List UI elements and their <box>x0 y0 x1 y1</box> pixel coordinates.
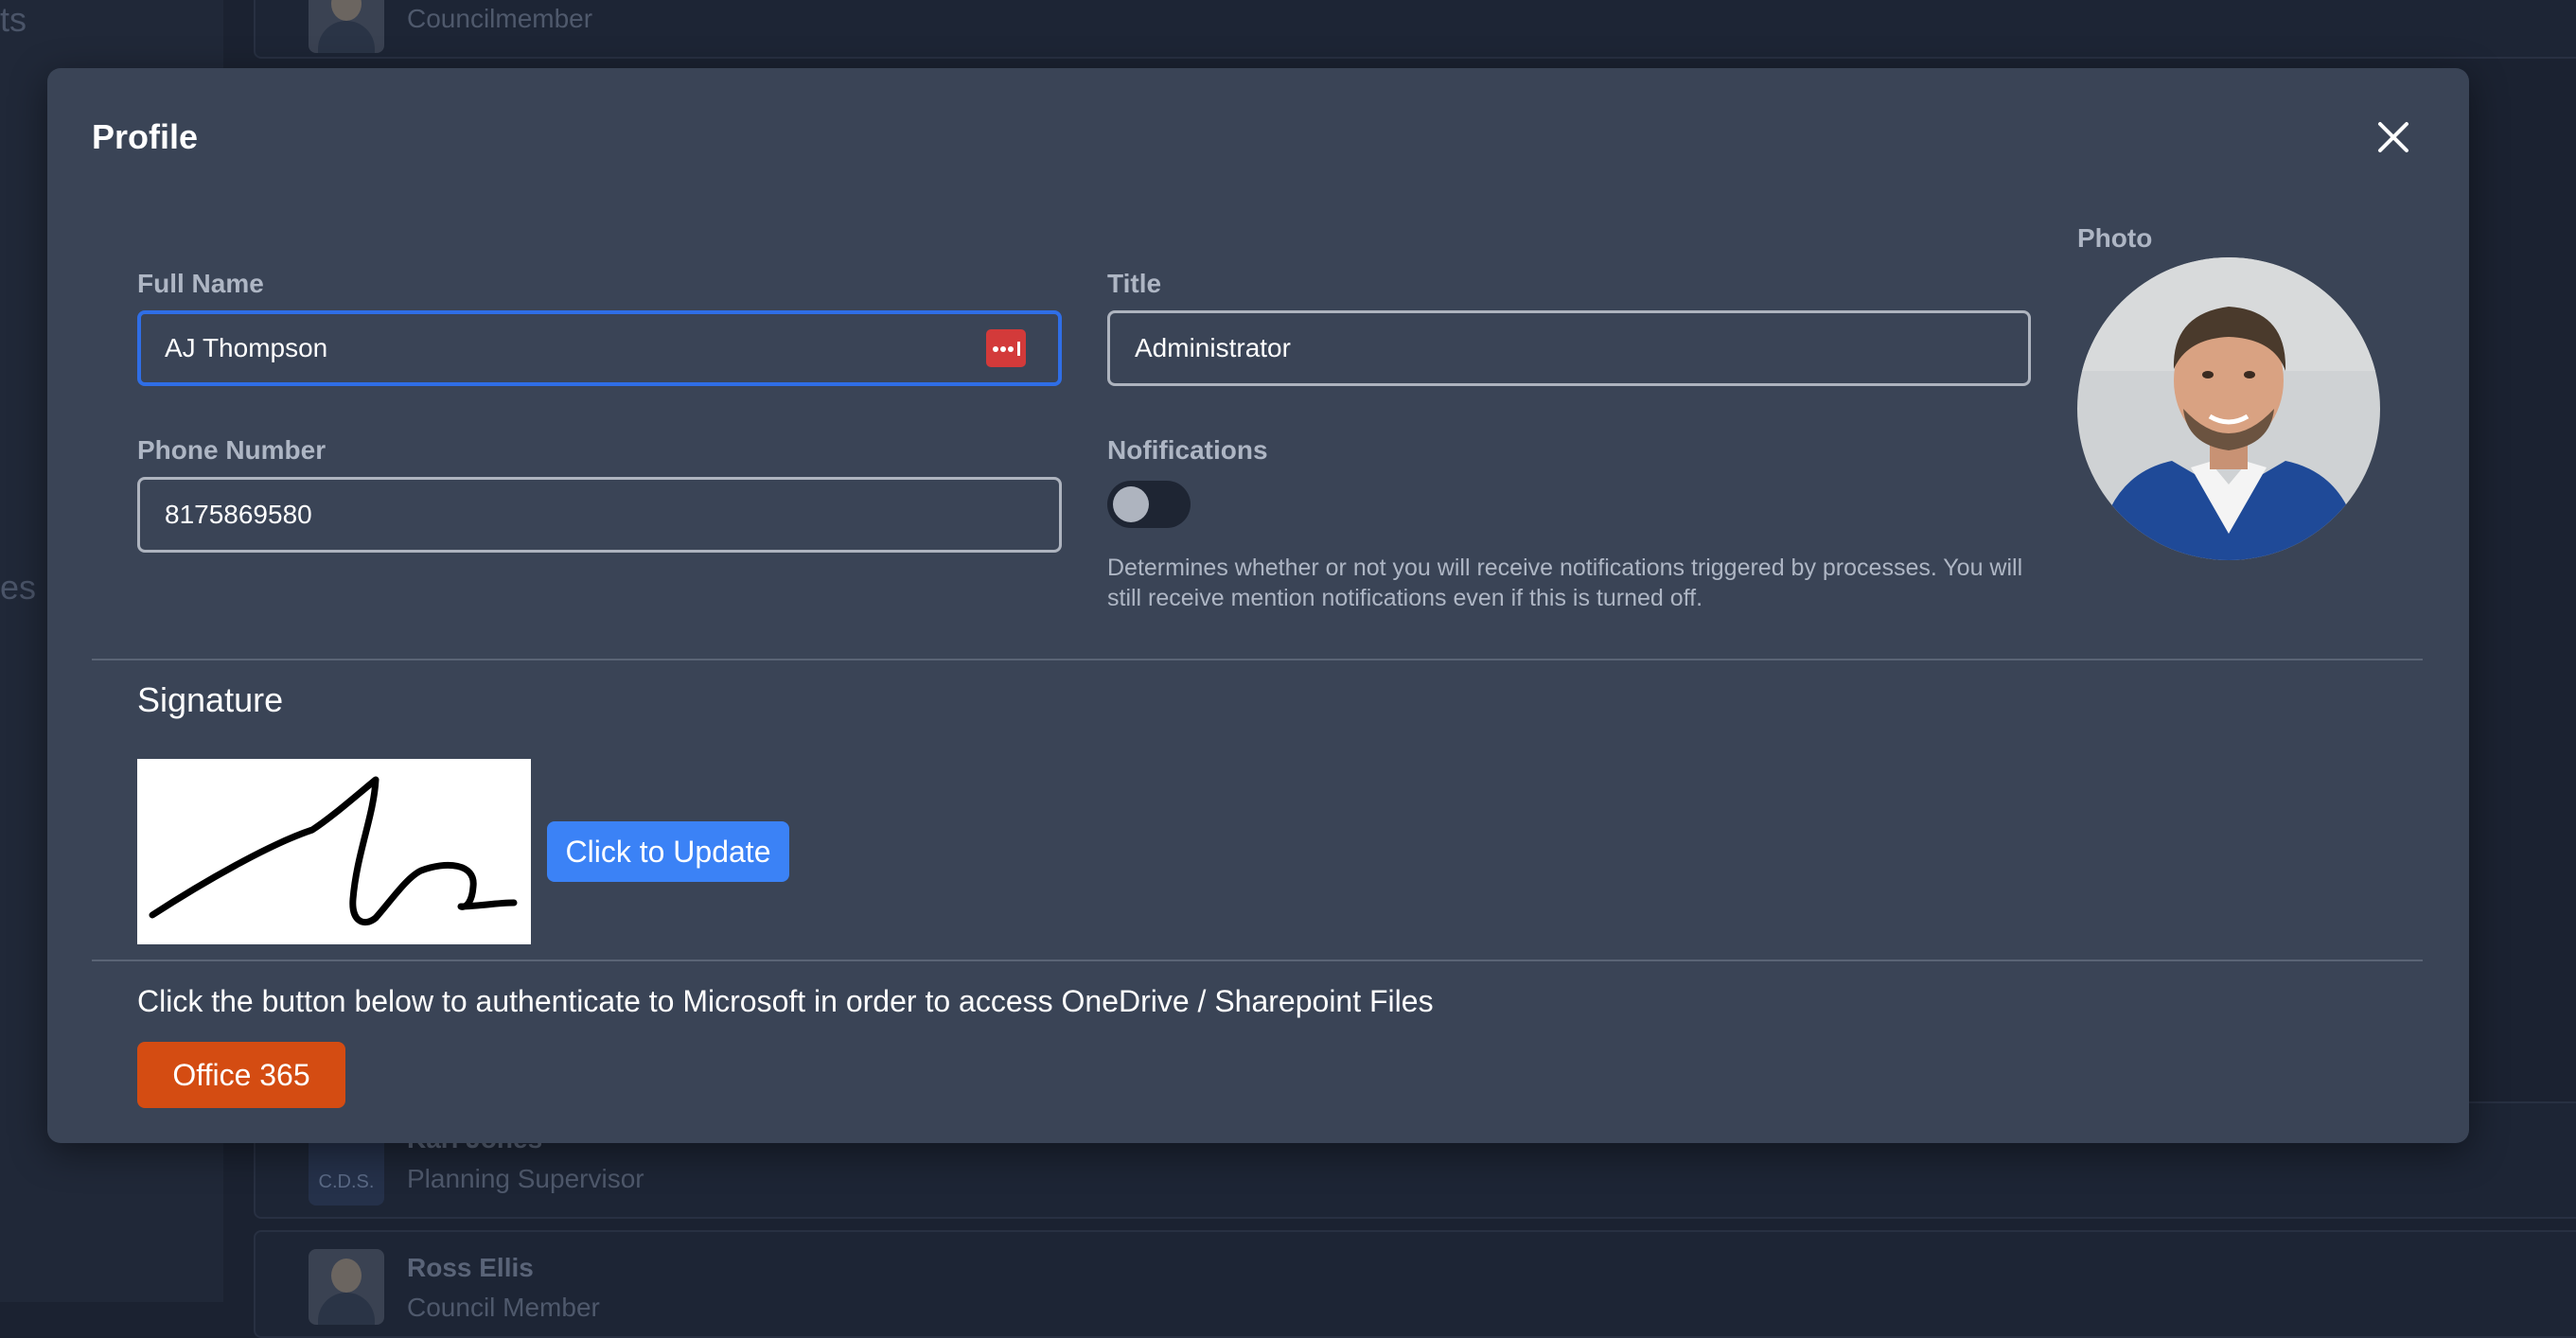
profile-photo[interactable] <box>2077 257 2380 560</box>
modal-title: Profile <box>92 117 199 156</box>
avatar-logo-text: C.D.S. <box>318 1171 375 1192</box>
signature-image <box>137 759 531 944</box>
sidebar-fragment-mid: es <box>0 568 37 607</box>
password-manager-icon[interactable] <box>986 329 1026 367</box>
microsoft-auth-text: Click the button below to authenticate t… <box>137 984 1434 1018</box>
background-item-subtitle: Council Member <box>407 1293 600 1322</box>
background-list-item[interactable] <box>254 0 2576 59</box>
background-avatar <box>309 1249 384 1325</box>
full-name-label: Full Name <box>137 269 264 298</box>
background-item-subtitle: Planning Supervisor <box>407 1164 644 1193</box>
title-label: Title <box>1107 269 1162 298</box>
photo-label: Photo <box>2077 223 2153 253</box>
section-divider <box>92 959 2423 961</box>
full-name-input[interactable] <box>137 310 1062 386</box>
close-icon[interactable] <box>2372 115 2415 159</box>
background-avatar <box>309 0 384 53</box>
update-signature-button[interactable]: Click to Update <box>547 821 789 882</box>
profile-modal: Profile Full Name Title Phone Number Nof… <box>47 68 2469 1143</box>
office-365-button[interactable]: Office 365 <box>137 1042 345 1108</box>
signature-heading: Signature <box>137 680 284 719</box>
notifications-toggle[interactable] <box>1107 481 1191 528</box>
phone-input[interactable] <box>137 477 1062 553</box>
notifications-help-text: Determines whether or not you will recei… <box>1107 555 2023 611</box>
background-item-subtitle: Councilmember <box>407 4 593 33</box>
background-list-item[interactable] <box>254 1230 2576 1338</box>
notifications-label: Nofifications <box>1107 435 1268 465</box>
sidebar-fragment-top: ts <box>0 0 27 39</box>
toggle-knob <box>1113 486 1149 522</box>
title-input[interactable] <box>1107 310 2031 386</box>
section-divider <box>92 659 2423 660</box>
phone-label: Phone Number <box>137 435 326 465</box>
background-item-name: Ross Ellis <box>407 1253 534 1282</box>
